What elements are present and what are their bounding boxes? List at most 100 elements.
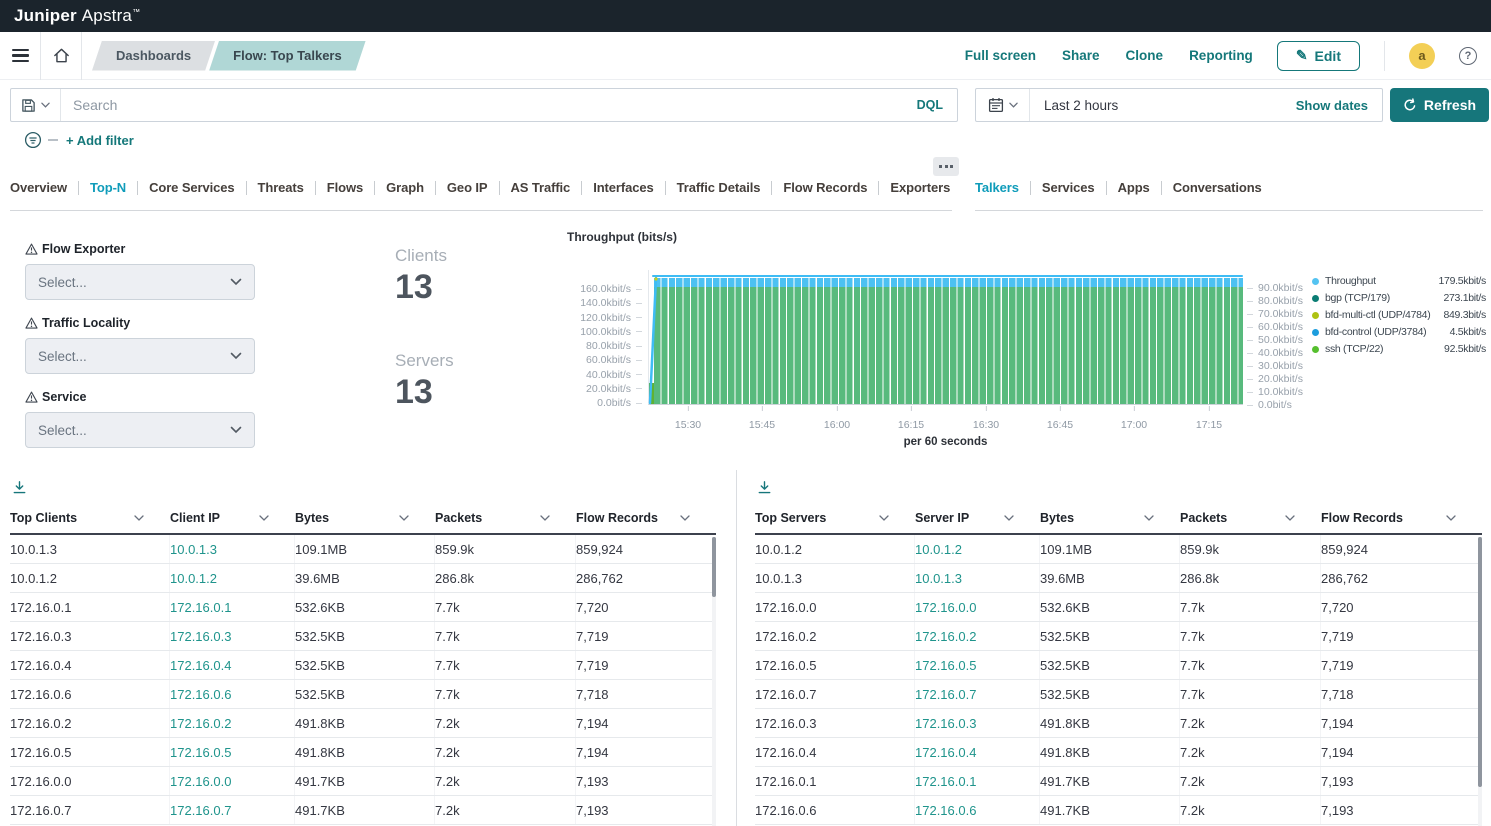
main-tab[interactable]: Overview [10, 181, 78, 195]
download-button[interactable] [12, 477, 27, 497]
filter-select[interactable]: Select... [25, 412, 255, 448]
column-header[interactable]: Packets [1180, 511, 1321, 525]
table-row[interactable]: 10.0.1.3 10.0.1.3 109.1MB 859.9k 859,924 [10, 535, 716, 564]
cell-ip-link[interactable]: 172.16.0.6 [914, 796, 1040, 824]
breadcrumb-chip[interactable]: Flow: Top Talkers [209, 41, 366, 71]
table-row[interactable]: 172.16.0.2 172.16.0.2 491.8KB 7.2k 7,194 [10, 709, 716, 738]
table-row[interactable]: 172.16.0.4 172.16.0.4 491.8KB 7.2k 7,194 [755, 738, 1482, 767]
table-row[interactable]: 172.16.0.1 172.16.0.1 532.6KB 7.7k 7,720 [10, 593, 716, 622]
search-input[interactable] [61, 89, 917, 121]
table-row[interactable]: 172.16.0.6 172.16.0.6 532.5KB 7.7k 7,718 [10, 680, 716, 709]
panel-drag-handle[interactable] [933, 157, 959, 176]
cell-ip-link[interactable]: 172.16.0.3 [914, 709, 1040, 737]
cell-ip-link[interactable]: 10.0.1.3 [169, 535, 295, 563]
refresh-button[interactable]: Refresh [1390, 88, 1489, 122]
main-tab[interactable]: Top-N [78, 181, 137, 195]
main-tab[interactable]: Traffic Details [665, 181, 772, 195]
filter-select[interactable]: Select... [25, 264, 255, 300]
table-row[interactable]: 172.16.0.3 172.16.0.3 491.8KB 7.2k 7,194 [755, 709, 1482, 738]
cell-ip-link[interactable]: 172.16.0.3 [169, 622, 295, 650]
table-row[interactable]: 172.16.0.7 172.16.0.7 491.7KB 7.2k 7,193 [10, 796, 716, 825]
scrollbar-thumb[interactable] [712, 537, 716, 597]
avatar[interactable]: a [1409, 43, 1435, 69]
cell-ip-link[interactable]: 172.16.0.5 [914, 651, 1040, 679]
column-header[interactable]: Flow Records [1321, 511, 1482, 525]
cell-ip-link[interactable]: 10.0.1.3 [914, 564, 1040, 592]
legend-item[interactable]: bfd-multi-ctl (UDP/4784) 849.3bit/s [1312, 308, 1486, 322]
toolbar-action-link[interactable]: Clone [1126, 48, 1164, 63]
home-button[interactable] [41, 32, 81, 80]
cell-ip-link[interactable]: 172.16.0.2 [914, 622, 1040, 650]
table-row[interactable]: 10.0.1.2 10.0.1.2 109.1MB 859.9k 859,924 [755, 535, 1482, 564]
legend-item[interactable]: ssh (TCP/22) 92.5kbit/s [1312, 342, 1486, 356]
cell-ip-link[interactable]: 172.16.0.4 [914, 738, 1040, 766]
table-row[interactable]: 172.16.0.4 172.16.0.4 532.5KB 7.7k 7,719 [10, 651, 716, 680]
menu-button[interactable] [0, 32, 40, 80]
column-header[interactable]: Packets [435, 511, 576, 525]
column-header[interactable]: Flow Records [576, 511, 716, 525]
cell-ip-link[interactable]: 10.0.1.2 [169, 564, 295, 592]
column-header[interactable]: Bytes [1040, 511, 1180, 525]
filter-select[interactable]: Select... [25, 338, 255, 374]
breadcrumb-chip[interactable]: Dashboards [92, 41, 215, 71]
cell-ip-link[interactable]: 172.16.0.2 [169, 709, 295, 737]
table-row[interactable]: 172.16.0.2 172.16.0.2 532.5KB 7.7k 7,719 [755, 622, 1482, 651]
table-row[interactable]: 172.16.0.6 172.16.0.6 491.7KB 7.2k 7,193 [755, 796, 1482, 825]
table-scrollbar[interactable] [712, 537, 716, 826]
cell-ip-link[interactable]: 10.0.1.2 [914, 535, 1040, 563]
legend-item[interactable]: bgp (TCP/179) 273.1bit/s [1312, 291, 1486, 305]
table-row[interactable]: 172.16.0.0 172.16.0.0 532.6KB 7.7k 7,720 [755, 593, 1482, 622]
cell-ip-link[interactable]: 172.16.0.7 [169, 796, 295, 824]
table-scrollbar[interactable] [1478, 537, 1482, 826]
cell-ip-link[interactable]: 172.16.0.4 [169, 651, 295, 679]
download-button[interactable] [757, 477, 772, 497]
side-tab[interactable]: Apps [1106, 181, 1161, 195]
filter-icon[interactable] [24, 131, 42, 149]
cell-ip-link[interactable]: 172.16.0.0 [914, 593, 1040, 621]
edit-button[interactable]: ✎ Edit [1277, 41, 1360, 71]
side-tab[interactable]: Talkers [975, 181, 1030, 195]
legend-item[interactable]: Throughput 179.5kbit/s [1312, 274, 1486, 288]
column-header[interactable]: Server IP [915, 511, 1040, 525]
table-row[interactable]: 172.16.0.5 172.16.0.5 491.8KB 7.2k 7,194 [10, 738, 716, 767]
main-tab[interactable]: Exporters [878, 181, 961, 195]
column-header[interactable]: Client IP [170, 511, 295, 525]
column-header[interactable]: Top Servers [755, 511, 915, 525]
show-dates-link[interactable]: Show dates [1296, 98, 1382, 113]
add-filter-link[interactable]: + Add filter [66, 133, 134, 148]
scrollbar-thumb[interactable] [1478, 537, 1482, 787]
cell-ip-link[interactable]: 172.16.0.0 [169, 767, 295, 795]
cell-ip-link[interactable]: 172.16.0.1 [914, 767, 1040, 795]
cell-ip-link[interactable]: 172.16.0.7 [914, 680, 1040, 708]
time-range-value[interactable]: Last 2 hours [1030, 98, 1118, 113]
main-tab[interactable]: Flow Records [771, 181, 878, 195]
toolbar-action-link[interactable]: Full screen [965, 48, 1036, 63]
table-row[interactable]: 172.16.0.0 172.16.0.0 491.7KB 7.2k 7,193 [10, 767, 716, 796]
cell-ip-link[interactable]: 172.16.0.5 [169, 738, 295, 766]
side-tab[interactable]: Conversations [1161, 181, 1273, 195]
table-row[interactable]: 172.16.0.5 172.16.0.5 532.5KB 7.7k 7,719 [755, 651, 1482, 680]
table-row[interactable]: 172.16.0.1 172.16.0.1 491.7KB 7.2k 7,193 [755, 767, 1482, 796]
main-tab[interactable]: Graph [374, 181, 435, 195]
help-icon[interactable]: ? [1459, 47, 1477, 65]
main-tab[interactable]: Threats [246, 181, 315, 195]
main-tab[interactable]: Core Services [137, 181, 245, 195]
table-row[interactable]: 10.0.1.3 10.0.1.3 39.6MB 286.8k 286,762 [755, 564, 1482, 593]
table-row[interactable]: 10.0.1.2 10.0.1.2 39.6MB 286.8k 286,762 [10, 564, 716, 593]
toolbar-action-link[interactable]: Share [1062, 48, 1100, 63]
main-tab[interactable]: Interfaces [581, 181, 664, 195]
column-header[interactable]: Bytes [295, 511, 435, 525]
date-picker-button[interactable] [976, 89, 1030, 121]
table-row[interactable]: 172.16.0.7 172.16.0.7 532.5KB 7.7k 7,718 [755, 680, 1482, 709]
toolbar-action-link[interactable]: Reporting [1189, 48, 1253, 63]
throughput-chart-plot[interactable] [648, 270, 1243, 405]
legend-item[interactable]: bfd-control (UDP/3784) 4.5kbit/s [1312, 325, 1486, 339]
dql-toggle[interactable]: DQL [917, 98, 957, 112]
cell-ip-link[interactable]: 172.16.0.6 [169, 680, 295, 708]
side-tab[interactable]: Services [1030, 181, 1106, 195]
main-tab[interactable]: Geo IP [435, 181, 499, 195]
main-tab[interactable]: AS Traffic [499, 181, 582, 195]
saved-queries-button[interactable] [11, 89, 61, 121]
main-tab[interactable]: Flows [315, 181, 374, 195]
cell-ip-link[interactable]: 172.16.0.1 [169, 593, 295, 621]
